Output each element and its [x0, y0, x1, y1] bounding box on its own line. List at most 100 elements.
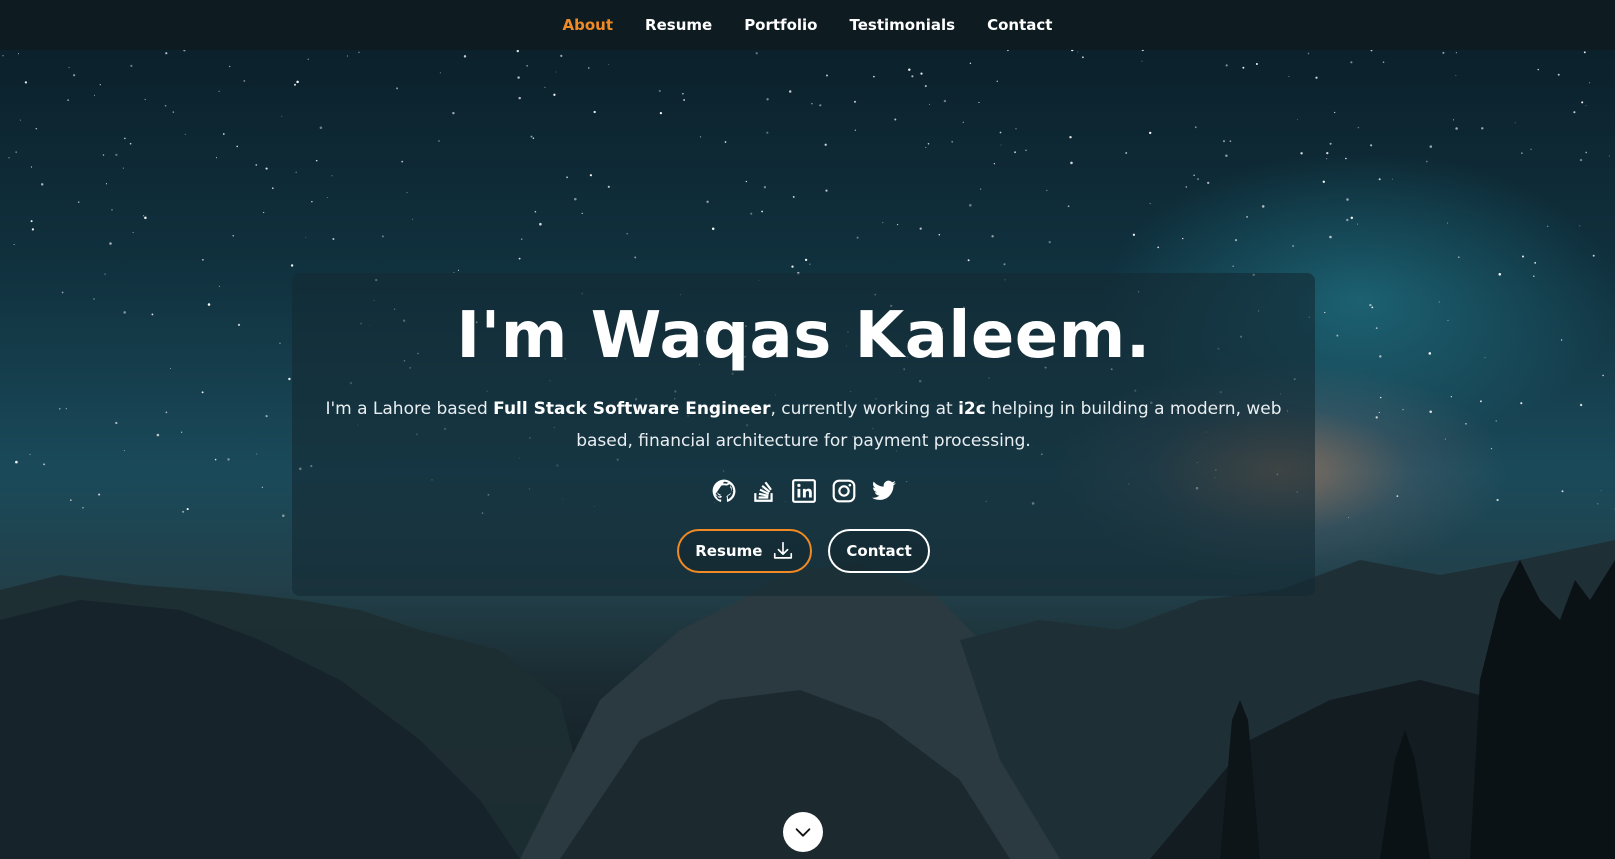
star	[555, 71, 557, 73]
star	[1193, 174, 1195, 176]
star	[724, 141, 727, 143]
star	[1346, 198, 1349, 201]
intro-card: I'm Waqas Kaleem. I'm a Lahore based Ful…	[292, 273, 1315, 596]
star	[1357, 223, 1358, 225]
star	[581, 212, 583, 214]
star	[1490, 447, 1493, 450]
instagram-icon[interactable]	[831, 478, 857, 504]
twitter-icon[interactable]	[871, 478, 897, 504]
star	[77, 201, 80, 203]
star	[43, 463, 46, 466]
star	[406, 192, 408, 194]
contact-button[interactable]: Contact	[828, 529, 930, 573]
star	[227, 458, 230, 461]
star	[788, 90, 792, 93]
star	[1455, 52, 1457, 54]
star	[1429, 145, 1433, 148]
star	[824, 143, 827, 146]
stackoverflow-icon[interactable]	[751, 478, 777, 504]
star	[262, 211, 265, 214]
bio-role: Full Stack Software Engineer	[493, 399, 771, 419]
star	[553, 93, 556, 96]
star	[296, 80, 299, 84]
star	[1585, 105, 1587, 107]
star	[588, 67, 590, 69]
star	[682, 93, 684, 95]
star	[1077, 51, 1079, 53]
star	[711, 227, 715, 230]
star	[1579, 158, 1583, 162]
star	[184, 133, 186, 135]
star	[156, 433, 160, 437]
star	[69, 499, 72, 502]
star	[856, 236, 859, 239]
star	[699, 136, 702, 138]
page-title: I'm Waqas Kaleem.	[456, 299, 1151, 373]
nav-contact[interactable]: Contact	[987, 16, 1052, 34]
linkedin-icon[interactable]	[791, 478, 817, 504]
star	[1015, 128, 1017, 130]
star	[165, 411, 168, 414]
star	[1452, 119, 1455, 121]
resume-button[interactable]: Resume	[677, 529, 813, 573]
star	[1242, 66, 1245, 69]
star	[809, 263, 811, 265]
star	[544, 86, 546, 89]
star	[307, 58, 309, 60]
star	[1307, 52, 1310, 55]
star	[991, 235, 994, 238]
star	[243, 80, 246, 82]
star	[1378, 411, 1380, 413]
star	[962, 121, 965, 124]
star	[1573, 111, 1576, 114]
star	[791, 265, 794, 268]
star	[755, 52, 758, 55]
star	[1014, 151, 1017, 154]
star	[999, 131, 1002, 134]
star	[626, 233, 628, 235]
star	[1378, 178, 1381, 181]
star	[29, 453, 31, 455]
scroll-down-button[interactable]	[783, 812, 823, 852]
github-icon[interactable]	[711, 478, 737, 504]
star	[1557, 73, 1560, 76]
star	[1232, 265, 1235, 268]
star	[1222, 140, 1226, 143]
star	[346, 55, 348, 57]
star	[980, 188, 982, 190]
star	[1132, 233, 1136, 236]
star	[1442, 51, 1445, 54]
star	[295, 171, 297, 173]
star	[181, 431, 183, 433]
star	[452, 111, 455, 115]
star	[15, 151, 18, 154]
star	[214, 458, 217, 461]
star	[1379, 355, 1382, 358]
nav-testimonials[interactable]: Testimonials	[849, 16, 955, 34]
star	[1465, 423, 1467, 425]
star	[2, 54, 4, 57]
star	[144, 98, 146, 101]
nav-portfolio[interactable]: Portfolio	[744, 16, 817, 34]
star	[256, 453, 258, 455]
star	[1357, 126, 1360, 129]
star	[1225, 154, 1228, 158]
star	[222, 133, 225, 135]
star	[1450, 396, 1453, 398]
star	[186, 508, 189, 511]
star	[792, 195, 795, 198]
star	[925, 147, 927, 148]
star	[1514, 122, 1516, 124]
star	[1148, 131, 1152, 135]
star	[1534, 262, 1537, 264]
star	[919, 227, 922, 230]
star	[31, 228, 34, 231]
star	[13, 243, 15, 246]
star	[896, 223, 899, 226]
nav-resume[interactable]: Resume	[645, 16, 712, 34]
star	[457, 269, 460, 271]
star	[281, 115, 283, 117]
star	[18, 53, 19, 55]
nav-about[interactable]: About	[563, 16, 614, 34]
star	[109, 242, 112, 245]
